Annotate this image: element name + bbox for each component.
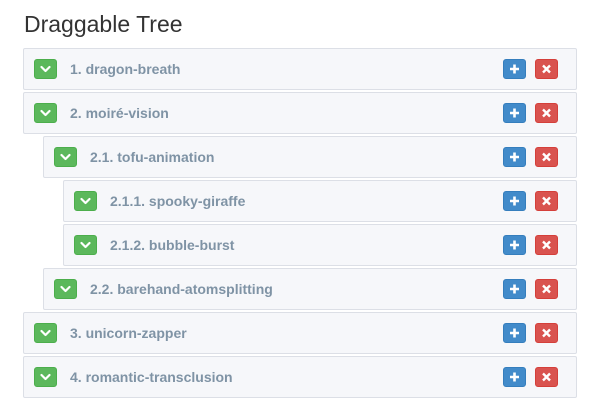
tree-node[interactable]: 2.1.1. spooky-giraffe: [63, 180, 577, 222]
tree-node[interactable]: 2.1. tofu-animation: [43, 136, 577, 178]
add-child-button[interactable]: [503, 279, 526, 299]
close-icon: [542, 108, 551, 118]
add-child-button[interactable]: [503, 103, 526, 123]
remove-node-button[interactable]: [535, 367, 558, 387]
plus-icon: [510, 328, 519, 338]
tree-node-label: 2. moiré-vision: [70, 105, 169, 121]
remove-node-button[interactable]: [535, 191, 558, 211]
tree-node-label: 1. dragon-breath: [70, 61, 181, 77]
remove-node-button[interactable]: [535, 103, 558, 123]
close-icon: [542, 372, 551, 382]
remove-node-button[interactable]: [535, 323, 558, 343]
plus-icon: [510, 240, 519, 250]
tree-node[interactable]: 4. romantic-transclusion: [23, 356, 577, 398]
remove-node-button[interactable]: [535, 279, 558, 299]
add-child-button[interactable]: [503, 367, 526, 387]
close-icon: [542, 284, 551, 294]
close-icon: [542, 152, 551, 162]
chevron-down-icon: [80, 197, 91, 205]
chevron-down-icon: [40, 65, 51, 73]
tree-node-label: 2.2. barehand-atomsplitting: [90, 281, 273, 297]
plus-icon: [510, 64, 519, 74]
collapse-toggle-button[interactable]: [54, 279, 77, 299]
chevron-down-icon: [60, 285, 71, 293]
close-icon: [542, 64, 551, 74]
tree-node[interactable]: 1. dragon-breath: [23, 48, 577, 90]
collapse-toggle-button[interactable]: [74, 235, 97, 255]
collapse-toggle-button[interactable]: [74, 191, 97, 211]
remove-node-button[interactable]: [535, 235, 558, 255]
tree-node[interactable]: 3. unicorn-zapper: [23, 312, 577, 354]
add-child-button[interactable]: [503, 59, 526, 79]
plus-icon: [510, 284, 519, 294]
close-icon: [542, 328, 551, 338]
plus-icon: [510, 108, 519, 118]
add-child-button[interactable]: [503, 147, 526, 167]
collapse-toggle-button[interactable]: [34, 367, 57, 387]
collapse-toggle-button[interactable]: [54, 147, 77, 167]
remove-node-button[interactable]: [535, 147, 558, 167]
collapse-toggle-button[interactable]: [34, 323, 57, 343]
add-child-button[interactable]: [503, 191, 526, 211]
chevron-down-icon: [80, 241, 91, 249]
close-icon: [542, 240, 551, 250]
plus-icon: [510, 196, 519, 206]
tree-node[interactable]: 2.2. barehand-atomsplitting: [43, 268, 577, 310]
plus-icon: [510, 372, 519, 382]
collapse-toggle-button[interactable]: [34, 103, 57, 123]
remove-node-button[interactable]: [535, 59, 558, 79]
plus-icon: [510, 152, 519, 162]
chevron-down-icon: [60, 153, 71, 161]
tree-node[interactable]: 2.1.2. bubble-burst: [63, 224, 577, 266]
tree-node-label: 2.1. tofu-animation: [90, 149, 215, 165]
close-icon: [542, 196, 551, 206]
add-child-button[interactable]: [503, 323, 526, 343]
collapse-toggle-button[interactable]: [34, 59, 57, 79]
chevron-down-icon: [40, 109, 51, 117]
tree-node-label: 2.1.2. bubble-burst: [110, 237, 235, 253]
draggable-tree: 1. dragon-breath 2. moiré-vision 2.1. to…: [0, 0, 597, 413]
tree-node[interactable]: 2. moiré-vision: [23, 92, 577, 134]
add-child-button[interactable]: [503, 235, 526, 255]
chevron-down-icon: [40, 373, 51, 381]
tree-node-label: 4. romantic-transclusion: [70, 369, 233, 385]
tree-node-label: 3. unicorn-zapper: [70, 325, 187, 341]
chevron-down-icon: [40, 329, 51, 337]
tree-node-label: 2.1.1. spooky-giraffe: [110, 193, 246, 209]
